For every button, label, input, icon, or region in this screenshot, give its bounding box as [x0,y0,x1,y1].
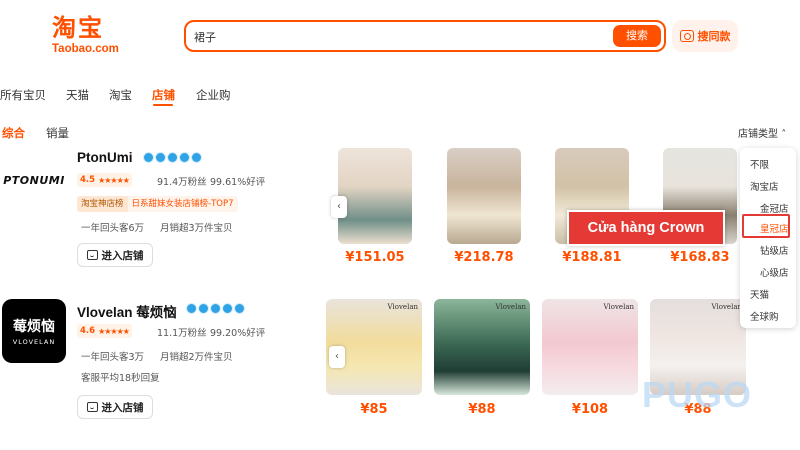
shop-name[interactable]: Vlovelan 莓烦恼 [77,301,177,321]
product-price: ¥151.05 [345,250,405,265]
image-search-label: 搜同款 [697,30,731,43]
tab-tmall[interactable]: 天猫 [66,87,89,103]
shop-logo-cn: 莓烦恼 [13,319,55,335]
crown-icon [167,152,178,163]
product-image[interactable]: Vlovelan [434,299,530,395]
enter-shop-button[interactable]: 进入店铺 [77,395,153,419]
fans-count: 11.1万粉丝 [157,328,207,339]
crown-shop-annotation: Cửa hàng Crown [567,210,725,246]
dropdown-item-any[interactable]: 不限 [750,157,769,171]
shop-type-filter[interactable]: 店铺类型 ˄ [738,125,786,140]
crown-icon [143,152,154,163]
brand-tag: Vlovelan [603,303,634,311]
store-icon [86,402,98,412]
dropdown-item-taobao-shop[interactable]: 淘宝店 [750,179,779,193]
enter-shop-label: 进入店铺 [101,401,144,414]
selection-highlight-box [742,214,790,238]
rating-score: 4.6 [80,326,96,336]
image-search-button[interactable]: 搜同款 [672,20,738,52]
crown-icon [179,152,190,163]
search-input[interactable] [194,28,594,46]
crown-icon [186,303,197,314]
tab-enterprise[interactable]: 企业购 [196,87,231,103]
dropdown-item-gold-crown[interactable]: 金冠店 [760,201,789,215]
dropdown-item-global[interactable]: 全球购 [750,309,779,323]
chevron-up-icon: ˄ [781,129,787,140]
crown-icon [155,152,166,163]
rating-score: 4.5 [80,175,96,185]
product-price: ¥188.81 [562,250,622,265]
shop-logo-en: VLOVELAN [12,338,56,346]
repeat-buyers: 一年回头客6万 [81,223,145,234]
reply-time: 客服平均18秒回复 [81,373,160,384]
rank-badge[interactable]: 淘宝神店榜 日系甜妹女装店铺榜-TOP7 [77,196,238,212]
product-price: ¥218.78 [454,250,514,265]
sort-sales[interactable]: 销量 [46,125,69,141]
positive-rate: 99.61%好评 [210,177,266,188]
shop-logo-vlovelan[interactable]: 莓烦恼 VLOVELAN [2,299,66,363]
repeat-buyers: 一年回头客3万 [81,352,145,363]
rank-detail: 日系甜妹女装店铺榜-TOP7 [127,196,238,212]
star-icons: ★★★★★ [98,175,130,185]
brand-tag: Vlovelan [711,303,742,311]
dropdown-item-diamond[interactable]: 钻级店 [760,243,789,257]
product-image[interactable]: Vlovelan [542,299,638,395]
rating-badge: 4.6 ★★★★★ [77,324,132,338]
dropdown-item-heart[interactable]: 心级店 [760,265,789,279]
product-price: ¥168.83 [670,250,730,265]
rating-badge: 4.5 ★★★★★ [77,173,132,187]
crown-icon [234,303,245,314]
dropdown-item-tmall[interactable]: 天猫 [750,287,769,301]
scroll-left-button[interactable]: ‹ [331,196,347,218]
camera-icon [679,30,694,42]
search-box: 搜索 [184,20,666,52]
tab-all-items[interactable]: 所有宝贝 [0,87,46,103]
star-icons: ★★★★★ [98,326,130,336]
rank-label: 淘宝神店榜 [77,196,128,212]
scroll-left-button[interactable]: ‹ [329,346,345,368]
logo-main-text: 淘宝 [52,14,104,42]
crown-level-icons [143,152,202,163]
shop-name[interactable]: PtonUmi [77,150,133,165]
positive-rate: 99.20%好评 [210,328,266,339]
product-price: ¥85 [360,402,388,417]
active-tab-underline [153,104,173,106]
crown-icon [222,303,233,314]
monthly-sales: 月销超2万件宝贝 [160,352,233,363]
shop-logo-ptonumi[interactable]: PTONUMI [2,148,66,212]
watermark: PUGO [642,374,753,415]
enter-shop-label: 进入店铺 [101,249,144,262]
fans-count: 91.4万粉丝 [157,177,207,188]
store-icon [86,250,98,260]
crown-icon [210,303,221,314]
brand-tag: Vlovelan [495,303,526,311]
monthly-sales: 月销超3万件宝贝 [160,223,233,234]
product-price: ¥108 [571,402,609,417]
taobao-logo[interactable]: 淘宝 Taobao.com [52,14,126,56]
product-price: ¥88 [468,402,496,417]
shop-type-dropdown [740,148,796,328]
product-image[interactable] [338,148,412,244]
search-button[interactable]: 搜索 [613,25,661,47]
chevron-left-icon: ‹ [335,351,339,362]
brand-tag: Vlovelan [387,303,418,311]
shop-type-label: 店铺类型 [738,129,778,140]
chevron-left-icon: ‹ [337,201,341,212]
tab-taobao[interactable]: 淘宝 [109,87,132,103]
crown-icon [191,152,202,163]
tab-shops[interactable]: 店铺 [152,87,175,103]
logo-sub-text: Taobao.com [52,43,119,55]
shop-logo-text: PTONUMI [3,173,65,187]
crown-icon [198,303,209,314]
sort-comprehensive[interactable]: 综合 [2,125,25,141]
product-image[interactable] [447,148,521,244]
enter-shop-button[interactable]: 进入店铺 [77,243,153,267]
crown-level-icons [186,303,245,314]
